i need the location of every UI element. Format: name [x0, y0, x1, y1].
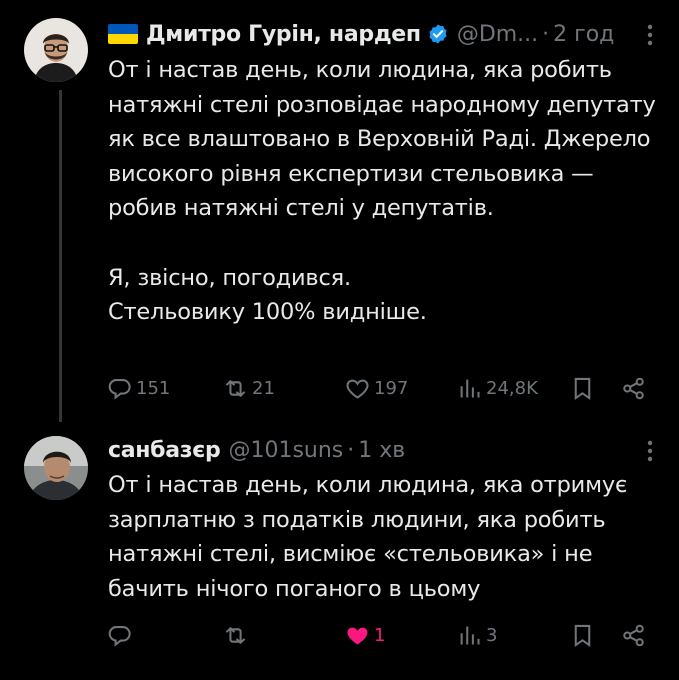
view-count: 24,8K [486, 377, 538, 399]
timestamp[interactable]: 2 год [553, 22, 614, 47]
retweet-icon [226, 626, 245, 644]
separator-dot: · [542, 21, 550, 47]
author-name[interactable]: санбазєр [108, 438, 221, 463]
like-button[interactable]: 197 [344, 371, 408, 405]
author-handle[interactable]: @101suns [228, 438, 343, 463]
separator-dot: · [347, 437, 355, 463]
like-button[interactable]: 1 [344, 618, 385, 652]
bookmark-button[interactable] [569, 371, 596, 405]
reply-count: 151 [136, 377, 171, 399]
analytics-icon [460, 626, 480, 644]
views-button[interactable]: 3 [456, 618, 497, 652]
retweet-icon [226, 379, 245, 397]
share-button[interactable] [620, 371, 647, 405]
views-button[interactable]: 24,8K [456, 371, 538, 405]
retweet-button[interactable]: 21 [222, 371, 275, 405]
bookmark-icon [574, 377, 591, 400]
retweet-count: 21 [252, 377, 275, 399]
more-options-icon[interactable] [647, 440, 653, 467]
share-icon [623, 377, 644, 399]
reply-button[interactable] [106, 618, 136, 652]
avatar[interactable] [24, 18, 88, 82]
bookmark-icon [574, 624, 591, 647]
tweet-original[interactable]: Дмитро Гурін, нардеп @Dm... · 2 год От і… [0, 0, 679, 430]
author-handle[interactable]: @Dm... [457, 22, 538, 47]
tweet-text: От і настав день, коли людина, яка робит… [108, 57, 656, 326]
share-button[interactable] [620, 618, 647, 652]
view-count: 3 [486, 624, 498, 646]
tweet-header: Дмитро Гурін, нардеп @Dm... · 2 год [108, 16, 659, 52]
thread-line [59, 90, 62, 422]
analytics-icon [460, 379, 480, 397]
tweet-header: санбазєр @101suns · 1 хв [108, 432, 659, 468]
reply-button[interactable]: 151 [106, 371, 170, 405]
bookmark-button[interactable] [569, 618, 596, 652]
like-count: 1 [374, 624, 386, 646]
ukraine-flag-icon [108, 24, 138, 44]
tweet-reply[interactable]: санбазєр @101suns · 1 хв От і настав ден… [0, 430, 679, 680]
timestamp[interactable]: 1 хв [358, 438, 405, 463]
more-options-icon[interactable] [647, 24, 653, 51]
like-count: 197 [374, 377, 409, 399]
share-icon [623, 624, 644, 646]
avatar[interactable] [24, 436, 88, 500]
reply-icon [108, 625, 131, 647]
retweet-button[interactable] [222, 618, 252, 652]
reply-icon [108, 378, 131, 400]
author-name[interactable]: Дмитро Гурін, нардеп [146, 22, 421, 47]
verified-badge-icon[interactable] [427, 23, 449, 45]
action-bar: 151 21 197 24,8K [106, 371, 655, 405]
heart-filled-icon [347, 627, 368, 644]
heart-icon [346, 379, 369, 399]
action-bar: 1 3 [106, 618, 655, 652]
tweet-text: От і настав день, коли людина, яка отрим… [108, 472, 628, 602]
